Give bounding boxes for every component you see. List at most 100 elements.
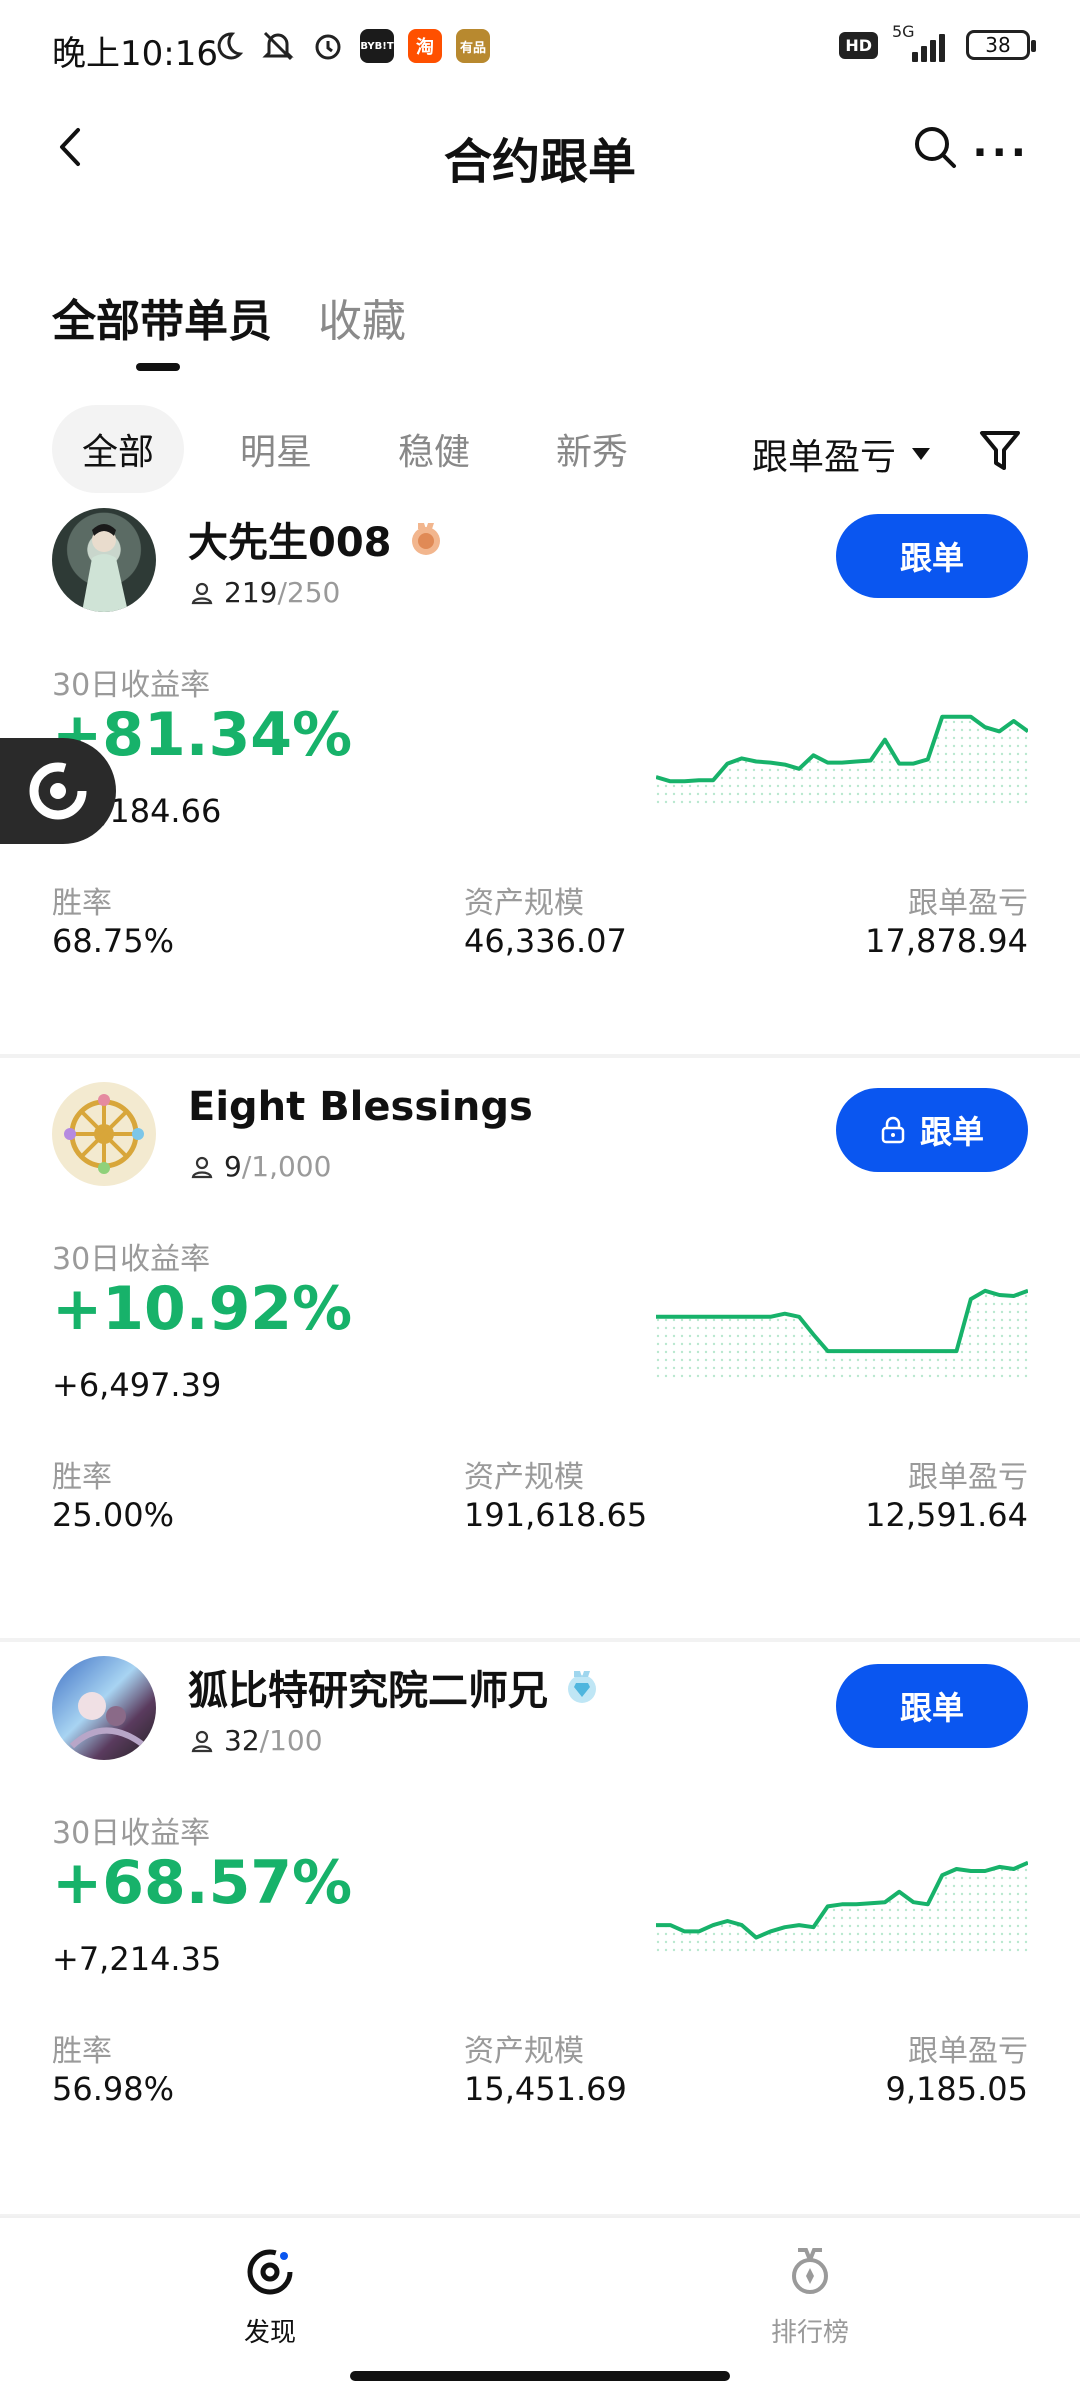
filter-chips: 全部 明星 稳健 新秀 (52, 405, 658, 493)
copy-trade-button[interactable]: 跟单 (836, 1664, 1028, 1748)
tab-favorites[interactable]: 收藏 (318, 285, 406, 349)
more-button[interactable]: ··· (972, 130, 1030, 176)
battery-level: 38 (985, 33, 1011, 57)
copy-trade-button-label: 跟单 (899, 539, 964, 577)
tab-all-leaders-label: 全部带单员 (52, 296, 272, 347)
trader-name: 大先生008 (188, 520, 392, 566)
roi-label: 30日收益率 (52, 668, 211, 703)
roi-sparkline (656, 714, 1028, 808)
follow-pnl-label: 跟单盈亏 (908, 886, 1028, 921)
chip-rookie[interactable]: 新秀 (526, 405, 658, 493)
trader-card[interactable]: Eight Blessings 9/1,000 跟单 30日收益率 +10.92… (0, 1070, 1080, 1642)
win-rate-label: 胜率 (52, 2034, 112, 2069)
sort-label: 跟单盈亏 (751, 437, 896, 478)
filter-icon (980, 431, 1020, 470)
roi-sparkline (656, 1288, 1028, 1382)
roi-value: +68.57% (52, 1848, 353, 1918)
app-header: 合约跟单 ··· (0, 100, 1080, 200)
assistant-icon (29, 762, 87, 820)
aum-value: 15,451.69 (464, 2070, 627, 2108)
win-rate-label: 胜率 (52, 886, 112, 921)
follower-count: 219/250 (190, 576, 340, 609)
roi-value: +10.92% (52, 1274, 353, 1344)
main-tabs: 全部带单员 收藏 (52, 285, 406, 371)
followers-current: 32 (224, 1724, 260, 1757)
followers-capacity: /250 (277, 576, 341, 609)
trader-name: 狐比特研究院二师兄 (188, 1668, 548, 1714)
status-time: 晚上10:16 (52, 34, 218, 74)
trader-name: Eight Blessings (188, 1084, 533, 1130)
taobao-app-icon: 淘 (408, 29, 442, 63)
bell-muted-icon (260, 28, 296, 64)
status-icons: BYB!T 淘 有品 (210, 28, 490, 64)
filter-button[interactable] (978, 428, 1022, 474)
pnl-value: +7,214.35 (52, 1940, 222, 1978)
followers-capacity: /100 (259, 1724, 323, 1757)
caret-down-icon (912, 448, 930, 460)
win-rate-value: 25.00% (52, 1496, 175, 1534)
win-rate-value: 56.98% (52, 2070, 175, 2108)
chip-stable[interactable]: 稳健 (368, 405, 500, 493)
tab-all-leaders[interactable]: 全部带单员 (52, 285, 272, 371)
followers-current: 219 (224, 576, 278, 609)
chip-star[interactable]: 明星 (210, 405, 342, 493)
bybit-app-icon: BYB!T (360, 29, 394, 63)
aum-label: 资产规模 (464, 886, 584, 921)
roi-label: 30日收益率 (52, 1816, 211, 1851)
copy-trade-button[interactable]: 跟单 (836, 514, 1028, 598)
sort-dropdown[interactable]: 跟单盈亏 (752, 428, 930, 480)
avatar (52, 1082, 156, 1186)
win-rate-value: 68.75% (52, 922, 175, 960)
copy-trade-button[interactable]: 跟单 (836, 1088, 1028, 1172)
bronze-medal-icon (411, 523, 440, 555)
search-button[interactable] (910, 122, 960, 172)
user-icon (191, 582, 213, 604)
signal-icon: 5G (892, 22, 952, 62)
lock-icon (881, 1116, 905, 1144)
trader-name-row: 大先生008 (188, 510, 446, 568)
trader-card[interactable]: 狐比特研究院二师兄 32/100 跟单 30日收益率 +68.57% +7,21… (0, 1646, 1080, 2218)
follow-pnl-value: 12,591.64 (865, 1496, 1028, 1534)
status-bar: 晚上10:16 BYB!T 淘 有品 HD 5G 38 (0, 0, 1080, 100)
avatar (52, 1656, 156, 1760)
follower-count: 32/100 (190, 1724, 323, 1757)
nav-leaderboard-label: 排行榜 (770, 2318, 849, 2348)
nav-discover[interactable]: 发现 (170, 2244, 370, 2349)
aum-label: 资产规模 (464, 2034, 584, 2069)
follow-pnl-value: 9,185.05 (885, 2070, 1029, 2108)
trader-card[interactable]: 大先生008 219/250 跟单 30日收益率 +81.34% +2,184.… (0, 498, 1080, 1058)
tab-favorites-label: 收藏 (318, 296, 406, 347)
follower-count: 9/1,000 (190, 1150, 331, 1183)
nav-discover-label: 发现 (243, 2318, 296, 2348)
status-right: HD 5G 38 (839, 22, 1036, 62)
active-tab-indicator (136, 363, 180, 371)
floating-assistant-button[interactable] (0, 738, 116, 844)
aum-label: 资产规模 (464, 1460, 584, 1495)
hd-badge: HD (839, 31, 878, 59)
youpin-app-icon: 有品 (456, 29, 490, 63)
followers-current: 9 (224, 1150, 242, 1183)
trader-name-row: Eight Blessings (188, 1084, 533, 1130)
chip-all[interactable]: 全部 (52, 405, 185, 493)
trader-name-row: 狐比特研究院二师兄 (188, 1658, 602, 1716)
win-rate-label: 胜率 (52, 1460, 112, 1495)
discover-icon (247, 2249, 293, 2295)
roi-label: 30日收益率 (52, 1242, 211, 1277)
user-icon (191, 1156, 213, 1178)
avatar (52, 508, 156, 612)
sparkline-area (656, 1290, 1028, 1382)
followers-capacity: /1,000 (241, 1150, 332, 1183)
network-type: 5G (892, 22, 915, 41)
follow-pnl-value: 17,878.94 (865, 922, 1028, 960)
copy-trade-button-label: 跟单 (899, 1689, 964, 1727)
aum-value: 46,336.07 (464, 922, 627, 960)
medal-icon (792, 2248, 828, 2294)
nav-leaderboard[interactable]: 排行榜 (710, 2244, 910, 2349)
copy-trade-button-label: 跟单 (919, 1113, 984, 1151)
alarm-icon (310, 28, 346, 64)
search-icon (915, 127, 956, 168)
user-icon (191, 1730, 213, 1752)
sparkline-area (656, 1862, 1028, 1956)
diamond-medal-icon (568, 1671, 596, 1703)
follow-pnl-label: 跟单盈亏 (908, 1460, 1028, 1495)
